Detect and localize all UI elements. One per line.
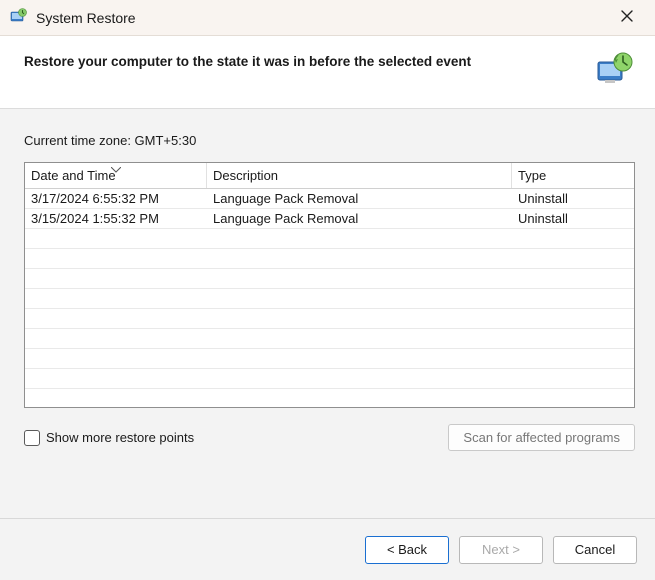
table-row-empty xyxy=(25,249,634,269)
table-header: Date and Time Description Type xyxy=(25,163,634,189)
column-header-date-label: Date and Time xyxy=(31,168,116,183)
table-body: 3/17/2024 6:55:32 PM Language Pack Remov… xyxy=(25,189,634,408)
window-title: System Restore xyxy=(36,10,136,26)
column-header-description-label: Description xyxy=(213,168,278,183)
table-row-empty xyxy=(25,389,634,408)
checkbox-box-icon xyxy=(24,430,40,446)
column-header-date[interactable]: Date and Time xyxy=(25,163,207,188)
restore-points-table[interactable]: Date and Time Description Type 3/17/2024… xyxy=(24,162,635,408)
next-button-label: Next > xyxy=(482,542,520,557)
wizard-footer: < Back Next > Cancel xyxy=(0,518,655,580)
close-button[interactable] xyxy=(605,4,649,32)
titlebar: System Restore xyxy=(0,0,655,36)
cell-description: Language Pack Removal xyxy=(207,191,512,206)
scan-affected-button[interactable]: Scan for affected programs xyxy=(448,424,635,451)
sort-descending-icon xyxy=(111,162,121,176)
table-row-empty xyxy=(25,269,634,289)
table-row[interactable]: 3/17/2024 6:55:32 PM Language Pack Remov… xyxy=(25,189,634,209)
cell-type: Uninstall xyxy=(512,191,634,206)
cancel-button[interactable]: Cancel xyxy=(553,536,637,564)
column-header-type-label: Type xyxy=(518,168,546,183)
next-button[interactable]: Next > xyxy=(459,536,543,564)
table-row-empty xyxy=(25,229,634,249)
back-button[interactable]: < Back xyxy=(365,536,449,564)
column-header-type[interactable]: Type xyxy=(512,163,634,188)
table-row[interactable]: 3/15/2024 1:55:32 PM Language Pack Remov… xyxy=(25,209,634,229)
table-row-empty xyxy=(25,329,634,349)
below-table-controls: Show more restore points Scan for affect… xyxy=(24,424,635,451)
timezone-label: Current time zone: GMT+5:30 xyxy=(24,133,635,148)
app-icon xyxy=(10,7,28,28)
table-row-empty xyxy=(25,309,634,329)
back-button-label: < Back xyxy=(387,542,427,557)
cell-description: Language Pack Removal xyxy=(207,211,512,226)
wizard-body: Current time zone: GMT+5:30 Date and Tim… xyxy=(0,108,655,518)
cell-date: 3/15/2024 1:55:32 PM xyxy=(25,211,207,226)
cancel-button-label: Cancel xyxy=(575,542,615,557)
cell-date: 3/17/2024 6:55:32 PM xyxy=(25,191,207,206)
column-header-description[interactable]: Description xyxy=(207,163,512,188)
cell-type: Uninstall xyxy=(512,211,634,226)
close-icon xyxy=(621,10,633,25)
show-more-checkbox[interactable]: Show more restore points xyxy=(24,430,194,446)
table-row-empty xyxy=(25,369,634,389)
table-row-empty xyxy=(25,289,634,309)
show-more-label: Show more restore points xyxy=(46,430,194,445)
scan-affected-label: Scan for affected programs xyxy=(463,430,620,445)
titlebar-left: System Restore xyxy=(10,7,136,28)
page-heading: Restore your computer to the state it wa… xyxy=(24,50,471,69)
wizard-header: Restore your computer to the state it wa… xyxy=(0,36,655,108)
table-row-empty xyxy=(25,349,634,369)
restore-hero-icon xyxy=(595,50,635,90)
